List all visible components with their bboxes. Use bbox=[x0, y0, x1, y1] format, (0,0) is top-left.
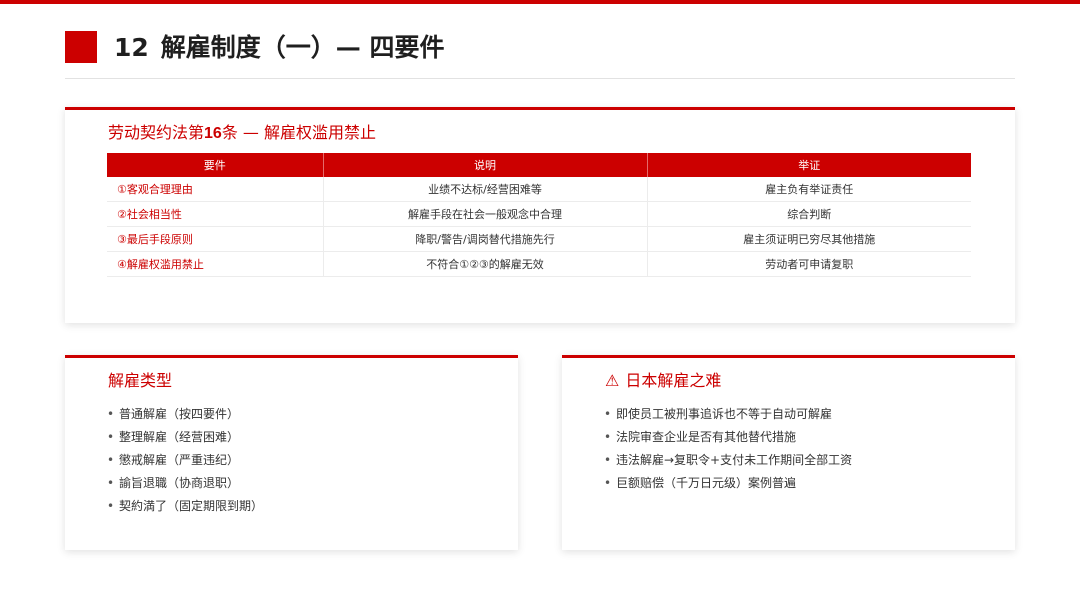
bullet-icon: • bbox=[604, 453, 612, 467]
list-item-text: 普通解雇（按四要件） bbox=[119, 407, 240, 421]
bullet-icon: • bbox=[604, 407, 612, 421]
proof-cell: 雇主须证明已穷尽其他措施 bbox=[647, 226, 971, 252]
requirements-card: 劳动契约法第16条 — 解雇权滥用禁止 要件 说明 举证 ①客观合理理由 业绩不… bbox=[65, 107, 1015, 323]
heading-suffix: 条 — 解雇权滥用禁止 bbox=[221, 123, 376, 142]
bullet-icon: • bbox=[604, 476, 612, 490]
requirement-cell: ④解雇权滥用禁止 bbox=[107, 251, 324, 277]
column-header-explanation: 说明 bbox=[323, 153, 648, 177]
table-row: ④解雇权滥用禁止 不符合①②③的解雇无效 劳动者可申请复职 bbox=[107, 251, 971, 277]
proof-cell: 劳动者可申请复职 bbox=[647, 251, 971, 277]
dismissal-difficulty-heading-text: 日本解雇之难 bbox=[625, 371, 722, 390]
article-number: 16 bbox=[204, 125, 222, 142]
table-row: ③最后手段原则 降职/警告/调岗替代措施先行 雇主须证明已穷尽其他措施 bbox=[107, 226, 971, 252]
list-item: • 契約満了（固定期限到期） bbox=[107, 495, 263, 518]
requirements-heading: 劳动契约法第16条 — 解雇权滥用禁止 bbox=[108, 122, 376, 145]
requirements-table: 要件 说明 举证 ①客观合理理由 业绩不达标/经营困难等 雇主负有举证责任 ②社… bbox=[107, 153, 971, 277]
dismissal-types-heading: 解雇类型 bbox=[108, 371, 173, 390]
column-header-requirement: 要件 bbox=[107, 153, 324, 177]
column-header-burden-of-proof: 举证 bbox=[647, 153, 971, 177]
dismissal-difficulty-list: • 即使员工被刑事追诉也不等于自动可解雇 • 法院审查企业是否有其他替代措施 • 违法… bbox=[604, 403, 852, 495]
explanation-cell: 业绩不达标/经营困难等 bbox=[323, 177, 648, 202]
title-divider bbox=[65, 78, 1015, 79]
bullet-icon: • bbox=[107, 430, 115, 444]
list-item: • 即使员工被刑事追诉也不等于自动可解雇 bbox=[604, 403, 852, 426]
requirement-cell: ②社会相当性 bbox=[107, 201, 324, 227]
list-item-text: 巨额赔偿（千万日元级）案例普遍 bbox=[616, 476, 797, 490]
list-item-text: 諭旨退職（协商退职） bbox=[119, 476, 240, 490]
requirement-cell: ①客观合理理由 bbox=[107, 177, 324, 202]
list-item: • 諭旨退職（协商退职） bbox=[107, 472, 263, 495]
list-item-text: 法院审查企业是否有其他替代措施 bbox=[616, 430, 797, 444]
explanation-cell: 不符合①②③的解雇无效 bbox=[323, 251, 648, 277]
page-number: 12 bbox=[114, 33, 149, 62]
bullet-icon: • bbox=[107, 407, 115, 421]
table-row: ②社会相当性 解雇手段在社会一般观念中合理 综合判断 bbox=[107, 201, 971, 227]
table-row: ①客观合理理由 业绩不达标/经营困难等 雇主负有举证责任 bbox=[107, 177, 971, 202]
list-item-text: 懲戒解雇（严重违纪） bbox=[119, 453, 240, 467]
title-accent-square bbox=[65, 31, 97, 63]
page-title: 12 解雇制度（一）— 四要件 bbox=[114, 30, 445, 66]
proof-cell: 雇主负有举证责任 bbox=[647, 177, 971, 202]
list-item-text: 整理解雇（经营困难） bbox=[119, 430, 240, 444]
page-title-text: 解雇制度（一）— 四要件 bbox=[160, 33, 445, 62]
dismissal-difficulty-heading: ⚠ 日本解雇之难 bbox=[605, 370, 721, 392]
requirement-cell: ③最后手段原则 bbox=[107, 226, 324, 252]
explanation-cell: 降职/警告/调岗替代措施先行 bbox=[323, 226, 648, 252]
list-item-text: 违法解雇→复职令+支付未工作期间全部工资 bbox=[616, 453, 853, 467]
bullet-icon: • bbox=[107, 453, 115, 467]
list-item-text: 即使员工被刑事追诉也不等于自动可解雇 bbox=[616, 407, 833, 421]
dismissal-difficulty-card: ⚠ 日本解雇之难 • 即使员工被刑事追诉也不等于自动可解雇 • 法院审查企业是否有其他… bbox=[562, 355, 1015, 550]
bullet-icon: • bbox=[107, 499, 115, 513]
dismissal-types-list: • 普通解雇（按四要件） • 整理解雇（经营困难） • 懲戒解雇（严重违纪） • 諭旨退… bbox=[107, 403, 263, 518]
list-item-text: 契約満了（固定期限到期） bbox=[119, 499, 264, 513]
proof-cell: 综合判断 bbox=[647, 201, 971, 227]
list-item: • 整理解雇（经营困难） bbox=[107, 426, 263, 449]
dismissal-types-card: 解雇类型 • 普通解雇（按四要件） • 整理解雇（经营困难） • 懲戒解雇（严重违纪）… bbox=[65, 355, 518, 550]
list-item: • 巨额赔偿（千万日元级）案例普遍 bbox=[604, 472, 852, 495]
list-item: • 普通解雇（按四要件） bbox=[107, 403, 263, 426]
list-item: • 违法解雇→复职令+支付未工作期间全部工资 bbox=[604, 449, 852, 472]
warning-icon: ⚠ bbox=[605, 371, 620, 390]
heading-prefix: 劳动契约法第 bbox=[108, 123, 205, 142]
explanation-cell: 解雇手段在社会一般观念中合理 bbox=[323, 201, 648, 227]
table-header-row: 要件 说明 举证 bbox=[107, 153, 971, 177]
bullet-icon: • bbox=[604, 430, 612, 444]
bullet-icon: • bbox=[107, 476, 115, 490]
list-item: • 法院审查企业是否有其他替代措施 bbox=[604, 426, 852, 449]
list-item: • 懲戒解雇（严重违纪） bbox=[107, 449, 263, 472]
top-accent-bar bbox=[0, 0, 1080, 4]
